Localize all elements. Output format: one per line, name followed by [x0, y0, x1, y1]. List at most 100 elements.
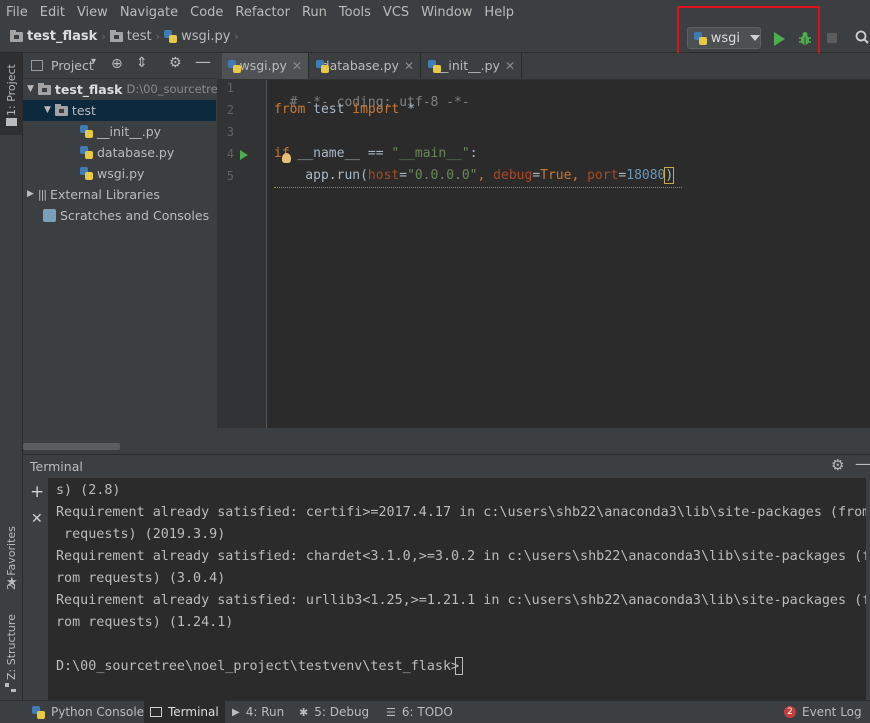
python-file-icon — [428, 59, 441, 73]
tree-item-label: wsgi.py — [97, 166, 145, 181]
tab-event-log[interactable]: 2 Event Log — [778, 701, 868, 723]
code-keyword: True — [540, 168, 572, 183]
menu-run[interactable]: Run — [296, 0, 333, 25]
code-param: host — [367, 168, 400, 183]
code-line-4: if __name__ == "__main__": — [274, 146, 478, 161]
tab-label: Event Log — [802, 705, 862, 719]
close-icon[interactable]: ✕ — [404, 53, 414, 79]
terminal-prompt: D:\00_sourcetree\noel_project\testvenv\t… — [56, 659, 460, 674]
event-count-badge: 2 — [784, 706, 796, 718]
expand-arrow-icon: ▶ — [27, 189, 34, 199]
breadcrumb-folder[interactable]: test — [127, 29, 152, 44]
code-param: port — [587, 168, 619, 183]
menu-tools[interactable]: Tools — [333, 0, 377, 25]
terminal-toolbar: + ✕ — [23, 478, 48, 700]
code-text: * — [399, 102, 415, 117]
hide-icon[interactable]: — — [855, 454, 870, 473]
project-tool-tab-label[interactable]: 1: Project — [5, 64, 18, 116]
tree-item-scratches[interactable]: Scratches and Consoles — [43, 205, 209, 226]
expand-arrow-icon: ▼ — [27, 84, 34, 94]
warning-underline — [274, 185, 682, 188]
menu-code[interactable]: Code — [184, 0, 229, 25]
python-console-icon — [32, 705, 45, 719]
code-param: debug — [493, 168, 533, 183]
code-text: __name__ == — [289, 146, 392, 161]
chevron-right-icon: › — [234, 30, 239, 43]
tree-item-label: __init__.py — [97, 124, 162, 139]
python-file-icon — [164, 30, 178, 43]
code-text: ) — [664, 167, 675, 184]
tree-item-file-wsgi[interactable]: wsgi.py — [80, 163, 144, 184]
breadcrumb-file[interactable]: wsgi.py — [181, 29, 230, 44]
close-icon[interactable]: ✕ — [292, 53, 302, 79]
search-icon[interactable] — [855, 30, 869, 44]
tab-terminal[interactable]: Terminal — [144, 701, 225, 723]
terminal-cursor — [455, 657, 463, 675]
menu-refactor[interactable]: Refactor — [229, 0, 296, 25]
lightbulb-icon[interactable] — [282, 153, 291, 163]
bottom-tool-bar: Python Console Terminal ▶ 4: Run ✱ 5: De… — [0, 700, 870, 723]
terminal-line: rom requests) (1.24.1) — [56, 615, 234, 630]
code-editor[interactable] — [217, 80, 870, 428]
menu-view[interactable]: View — [71, 0, 114, 25]
project-panel-header: Project ▾ ⊕ ⇕ ⚙ — — [23, 52, 216, 79]
tab-todo[interactable]: ☰ 6: TODO — [380, 701, 459, 723]
menu-file[interactable]: File — [0, 0, 34, 25]
terminal-line: rom requests) (3.0.4) — [56, 571, 226, 586]
collapse-all-icon[interactable]: ⇕ — [136, 55, 148, 71]
code-number: 18080 — [626, 168, 666, 183]
terminal-line: Requirement already satisfied: urllib3<1… — [56, 593, 870, 608]
tab-debug[interactable]: ✱ 5: Debug — [293, 701, 375, 723]
menu-vcs[interactable]: VCS — [377, 0, 415, 25]
debug-icon: ✱ — [299, 705, 309, 719]
line-number: 5 — [226, 169, 234, 183]
code-line-5: app.run(host="0.0.0.0", debug=True, port… — [274, 167, 675, 184]
terminal-line: Requirement already satisfied: chardet<3… — [56, 549, 870, 564]
run-gutter-icon[interactable] — [240, 150, 248, 160]
horizontal-scrollbar[interactable] — [23, 443, 120, 450]
gear-icon[interactable]: ⚙ — [831, 456, 844, 474]
project-view-selector[interactable]: Project — [51, 58, 94, 73]
tree-item-file-init[interactable]: __init__.py — [80, 121, 161, 142]
tree-item-folder-test[interactable]: ▼ test — [44, 100, 96, 121]
terminal-header: Terminal ⚙ — — [23, 454, 870, 479]
locate-icon[interactable]: ⊕ — [111, 56, 123, 72]
tab-run[interactable]: ▶ 4: Run — [226, 701, 290, 723]
structure-tool-tab[interactable]: Z: Structure — [5, 614, 18, 680]
close-icon[interactable]: ✕ — [505, 53, 515, 79]
menu-window[interactable]: Window — [415, 0, 478, 25]
menu-navigate[interactable]: Navigate — [114, 0, 184, 25]
add-icon[interactable]: + — [30, 482, 44, 502]
code-line-2: from test import * — [274, 102, 415, 117]
gear-icon[interactable]: ⚙ — [169, 55, 182, 71]
menu-edit[interactable]: Edit — [34, 0, 71, 25]
line-number: 4 — [226, 147, 234, 161]
structure-icon — [5, 683, 17, 693]
terminal-line: Requirement already satisfied: certifi>=… — [56, 505, 870, 520]
code-string: "__main__" — [391, 146, 470, 161]
tree-item-external-libraries[interactable]: ▶ ||| External Libraries — [27, 184, 160, 205]
vertical-scrollbar[interactable] — [866, 478, 870, 700]
breadcrumb-project[interactable]: test_flask — [27, 29, 97, 44]
tab-init-py[interactable]: __init__.py ✕ — [422, 53, 522, 79]
code-text: , — [571, 168, 588, 183]
line-number: 2 — [226, 103, 234, 117]
terminal-icon — [150, 707, 162, 717]
tree-item-project-root[interactable]: ▼ test_flask D:\00_sourcetree — [27, 79, 225, 100]
python-file-icon — [228, 59, 243, 73]
folder-icon — [109, 29, 123, 42]
dropdown-arrow-icon[interactable]: ▾ — [91, 56, 96, 67]
hide-icon[interactable]: — — [195, 52, 211, 71]
run-icon: ▶ — [232, 706, 240, 718]
scratches-icon — [43, 209, 56, 222]
stop-icon[interactable] — [827, 33, 837, 43]
tab-python-console[interactable]: Python Console — [26, 701, 150, 723]
tab-database-py[interactable]: database.py ✕ — [310, 53, 421, 79]
close-icon[interactable]: ✕ — [31, 511, 43, 527]
tab-label: 5: Debug — [314, 705, 370, 719]
line-number: 1 — [226, 81, 234, 95]
tree-item-file-database[interactable]: database.py — [80, 142, 174, 163]
code-keyword: from — [274, 102, 306, 117]
tab-wsgi-py[interactable]: wsgi.py ✕ — [222, 53, 309, 79]
menu-help[interactable]: Help — [478, 0, 520, 25]
